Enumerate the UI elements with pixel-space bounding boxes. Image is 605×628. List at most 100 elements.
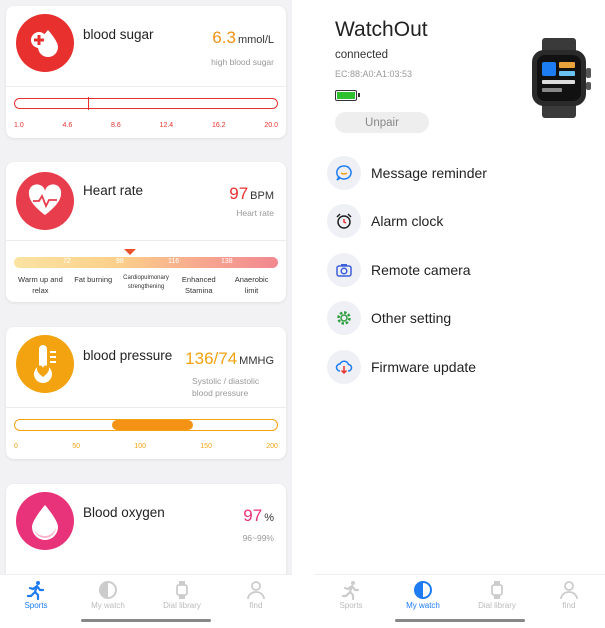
tab-label: Sports (24, 601, 48, 610)
blood-sugar-card[interactable]: blood sugar 6.3 mmol/L high blood sugar 1… (6, 6, 286, 138)
blood-sugar-value: 6.3 mmol/L (212, 28, 274, 48)
running-person-icon (6, 579, 66, 601)
tab-label: My watch (91, 601, 125, 610)
tick-label: 4.6 (62, 122, 73, 129)
heart-rate-zone-label: Anaerobic limit (234, 275, 269, 295)
watch-icon (467, 579, 527, 601)
blood-oxygen-number: 97 (243, 506, 263, 525)
heart-rate-title: Heart rate (83, 183, 144, 198)
tick-label: 200 (266, 443, 278, 450)
divider (6, 240, 286, 241)
blood-pressure-title: blood pressure (83, 348, 173, 363)
thermometer-heart-icon (16, 335, 74, 393)
camera-icon (327, 253, 361, 287)
heart-rate-unit: BPM (250, 190, 274, 202)
heart-rate-scale-value: 138 (221, 258, 233, 265)
message-bubble-icon (327, 156, 361, 190)
menu-other-setting[interactable]: Other setting (327, 300, 451, 336)
tab-label: find (249, 601, 263, 610)
blood-pressure-number: 136/74 (185, 349, 238, 368)
blood-sugar-scale-bar (14, 97, 278, 110)
tab-label: Dial library (478, 601, 516, 610)
menu-message-reminder[interactable]: Message reminder (327, 155, 487, 191)
blood-sugar-marker (88, 97, 89, 110)
my-watch-screen: WatchOut connected EC:88:A0:A1:03:53 Unp… (315, 0, 605, 628)
blood-oxygen-card[interactable]: Blood oxygen 97% 96~99% (6, 484, 286, 584)
heart-rate-zone-label: Warm up and relax (18, 275, 63, 295)
blood-oxygen-range: 96~99% (242, 533, 274, 543)
bottom-tab-bar: Sports My watch Dial library find (315, 574, 605, 628)
watch-icon (152, 579, 212, 601)
tick-label: 150 (200, 443, 212, 450)
unpair-button[interactable]: Unpair (335, 112, 429, 133)
menu-label: Alarm clock (371, 213, 444, 229)
blood-sugar-number: 6.3 (212, 28, 236, 47)
heart-rate-marker (124, 249, 136, 255)
blood-sugar-ticks: 1.0 4.6 8.6 12.4 16.2 20.0 (14, 122, 278, 129)
menu-label: Firmware update (371, 359, 477, 375)
tick-label: 1.0 (14, 122, 24, 129)
blood-pressure-sub-line2: blood pressure (192, 388, 249, 398)
blood-oxygen-value: 97% (243, 506, 274, 526)
blood-oxygen-unit: % (264, 512, 274, 524)
connection-status: connected (335, 49, 389, 61)
mac-address: EC:88:A0:A1:03:53 (335, 69, 413, 79)
heart-rate-zone-label: Enhanced Stamina (181, 275, 216, 295)
tab-label: Dial library (163, 601, 201, 610)
tab-find[interactable]: find (539, 579, 599, 610)
tab-my-watch[interactable]: My watch (393, 579, 453, 610)
heart-rate-zone-bar: 72 98 116 138 (14, 257, 278, 268)
heart-rate-zone-labels: Warm up and relax Fat burning Cardiopulmon… (14, 274, 278, 296)
blood-pressure-card[interactable]: blood pressure 136/74 MMHG Systolic / dia… (6, 327, 286, 459)
watch-face-icon (78, 579, 138, 601)
cloud-download-icon (327, 350, 361, 384)
tab-find[interactable]: find (226, 579, 286, 610)
gear-icon (327, 301, 361, 335)
blood-oxygen-title: Blood oxygen (83, 505, 165, 520)
tick-label: 16.2 (211, 122, 226, 129)
tick-label: 50 (72, 443, 80, 450)
tick-label: 0 (14, 443, 18, 450)
person-icon (539, 579, 599, 601)
heart-rate-sub: Heart rate (236, 208, 274, 218)
menu-alarm-clock[interactable]: Alarm clock (327, 203, 443, 239)
blood-pressure-ticks: 0 50 100 150 200 (14, 443, 278, 450)
tick-label: 100 (134, 443, 146, 450)
blood-pressure-value: 136/74 MMHG (185, 349, 274, 369)
device-name: WatchOut (335, 18, 428, 41)
tab-sports[interactable]: Sports (321, 579, 381, 610)
heart-rate-scale-value: 116 (168, 258, 180, 265)
blood-pressure-range-fill (112, 420, 193, 430)
heart-rate-value: 97 BPM (229, 184, 274, 204)
blood-pressure-sub-line1: Systolic / diastolic (192, 376, 260, 386)
home-indicator (81, 619, 211, 622)
tab-my-watch[interactable]: My watch (78, 579, 138, 610)
menu-label: Other setting (371, 310, 452, 326)
blood-pressure-unit: MMHG (239, 355, 274, 367)
menu-label: Message reminder (371, 165, 487, 181)
person-icon (226, 579, 286, 601)
heart-rate-scale-value: 72 (63, 258, 71, 265)
tab-label: find (562, 601, 576, 610)
divider (6, 86, 286, 87)
blood-sugar-title: blood sugar (83, 27, 154, 42)
blood-pressure-scale-bar (14, 419, 278, 431)
menu-remote-camera[interactable]: Remote camera (327, 252, 471, 288)
tick-label: 20.0 (264, 122, 278, 129)
smartwatch-image (520, 38, 600, 118)
heart-rate-card[interactable]: Heart rate 97 BPM Heart rate 72 98 116 138 W… (6, 162, 286, 302)
menu-firmware-update[interactable]: Firmware update (327, 349, 476, 385)
tab-sports[interactable]: Sports (6, 579, 66, 610)
heart-rate-scale-values: 72 98 116 138 (14, 257, 278, 268)
home-indicator (395, 619, 525, 622)
blood-drop-plus-icon (16, 14, 74, 72)
menu-label: Remote camera (371, 262, 471, 278)
blood-pressure-sub: Systolic / diastolic blood pressure (192, 375, 259, 399)
tab-dial-library[interactable]: Dial library (152, 579, 212, 610)
tab-dial-library[interactable]: Dial library (467, 579, 527, 610)
tick-label: 8.6 (111, 122, 121, 129)
heart-pulse-icon (16, 172, 74, 230)
heart-rate-zone-label: Fat burning (74, 275, 113, 284)
heart-rate-scale-value: 98 (116, 258, 124, 265)
bottom-tab-bar: Sports My watch Dial library find (0, 574, 292, 628)
